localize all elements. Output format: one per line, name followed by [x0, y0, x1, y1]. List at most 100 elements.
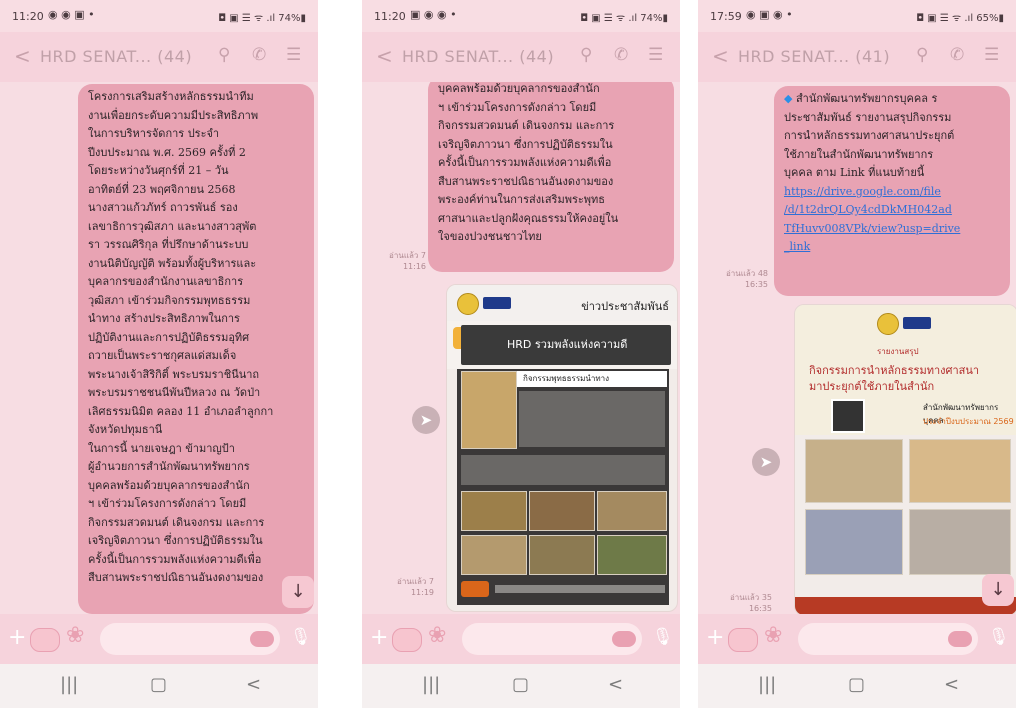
- sticker-shortcut-icon[interactable]: [612, 631, 636, 647]
- message-line: กิจกรรมสวดมนต์ เดินจงกรม และการ: [438, 119, 615, 132]
- message-meta: อ่านแล้ว 48 16:35: [718, 268, 768, 290]
- drive-link[interactable]: /d/1t2drQLQy4cdDkMH042ad: [784, 201, 1000, 220]
- emoji-bunny-icon[interactable]: ❀: [66, 623, 84, 648]
- share-icon[interactable]: ➤: [752, 448, 780, 476]
- sticker-icon[interactable]: [728, 628, 758, 652]
- recent-apps-button[interactable]: |||: [60, 674, 78, 695]
- sticker-icon[interactable]: [392, 628, 422, 652]
- chat-title[interactable]: HRD SENAT... (44): [40, 47, 192, 66]
- microphone-icon[interactable]: 🎙: [652, 627, 674, 647]
- back-button[interactable]: <: [608, 674, 623, 695]
- chat-title[interactable]: HRD SENAT... (41): [738, 47, 890, 66]
- status-time: 17:59: [710, 10, 742, 23]
- back-button[interactable]: <: [246, 674, 261, 695]
- message-line: งานเพื่อยกระดับความมีประสิทธิภาพ: [88, 108, 259, 122]
- phone-icon[interactable]: ✆: [614, 45, 628, 65]
- message-meta: อ่านแล้ว 35 16:35: [722, 592, 772, 614]
- footer-text: [495, 585, 665, 593]
- arrow-down-icon[interactable]: ↓: [982, 574, 1014, 606]
- chevron-left-icon[interactable]: <: [376, 44, 393, 68]
- recent-apps-button[interactable]: |||: [422, 674, 440, 695]
- qr-code: [831, 399, 865, 433]
- search-icon[interactable]: ⚲: [580, 45, 592, 65]
- message-line: ใจของปวงชนชาวไทย: [438, 230, 542, 243]
- message-line: ถวายเป็นพระราชกุศลแด่สมเด็จ: [88, 349, 237, 362]
- message-line: ฯ เข้าร่วมโครงการดังกล่าว โดยมี: [438, 100, 597, 114]
- drive-link[interactable]: https://drive.google.com/file: [784, 183, 1000, 202]
- status-system-icons: ◘ ▣ ☰ ᯤ .ıl 65%▮: [916, 13, 1004, 24]
- next-logo: [483, 297, 511, 309]
- chat-area[interactable]: ◆ สำนักพัฒนาทรัพยากรบุคคล ร ประชาสัมพันธ…: [698, 82, 1016, 614]
- phone-screen-2: 11:20 ▣ ◉ ◉ • ◘ ▣ ☰ ᯤ .ıl 74%▮ < HRD SEN…: [362, 0, 680, 708]
- plus-icon[interactable]: +: [370, 625, 388, 650]
- back-button[interactable]: <: [944, 674, 959, 695]
- message-line: ศาสนาและปลูกฝังคุณธรรมให้คงอยู่ใน: [438, 211, 619, 225]
- message-bubble[interactable]: ◆ สำนักพัฒนาทรัพยากรบุคคล ร ประชาสัมพันธ…: [774, 86, 1010, 296]
- phone-icon[interactable]: ✆: [950, 45, 964, 65]
- message-bubble[interactable]: โครงการเสริมสร้างหลักธรรมนำทีม งานเพื่อย…: [78, 84, 314, 614]
- activity-photo: [597, 491, 667, 531]
- search-icon[interactable]: ⚲: [218, 45, 230, 65]
- message-line: ในการบริหารจัดการ ประจำ: [88, 127, 220, 140]
- system-nav-bar: ||| ▢ <: [698, 664, 1016, 708]
- message-line: ประชาสัมพันธ์ รายงานสรุปกิจกรรม: [784, 110, 952, 124]
- message-line: เจริญจิตภาวนา ซึ่งการปฏิบัติธรรมใน: [438, 137, 613, 151]
- sticker-shortcut-icon[interactable]: [250, 631, 274, 647]
- drive-link[interactable]: TfHuvv008VPk/view?usp=drive: [784, 220, 1000, 239]
- plus-icon[interactable]: +: [8, 625, 26, 650]
- message-line: รา วรรณศิริกุล ที่ปรึกษาด้านระบบ: [88, 238, 249, 251]
- article-text-block: [461, 455, 665, 485]
- message-line: ปฏิบัติงานและการปฏิบัติธรรมอุทิศ: [88, 330, 250, 344]
- home-button[interactable]: ▢: [512, 674, 529, 695]
- newsletter-headline: HRD รวมพลังแห่งความดี: [507, 338, 628, 351]
- chevron-left-icon[interactable]: <: [14, 44, 31, 68]
- newsletter-label: ข่าวประชาสัมพันธ์: [581, 300, 669, 313]
- report-title-line2: มาประยุกต์ใช้ภายในสำนัก: [809, 380, 935, 393]
- chevron-left-icon[interactable]: <: [712, 44, 729, 68]
- next-logo: [903, 317, 931, 329]
- sticker-icon[interactable]: [30, 628, 60, 652]
- chat-area[interactable]: บุคคลพร้อมด้วยบุคลากรของสำนัก ฯ เข้าร่วม…: [362, 82, 680, 614]
- activity-photo: [529, 535, 595, 575]
- search-icon[interactable]: ⚲: [916, 45, 928, 65]
- image-message-report[interactable]: รายงานสรุป กิจกรรมการนำหลักธรรมทางศาสนา …: [794, 304, 1016, 614]
- menu-icon[interactable]: ☰: [648, 45, 663, 65]
- menu-icon[interactable]: ☰: [286, 45, 301, 65]
- emoji-bunny-icon[interactable]: ❀: [428, 623, 446, 648]
- image-message-newsletter[interactable]: ข่าวประชาสัมพันธ์ HRD รวมพลังแห่งความดี …: [446, 284, 678, 612]
- emoji-bunny-icon[interactable]: ❀: [764, 623, 782, 648]
- chat-area[interactable]: โครงการเสริมสร้างหลักธรรมนำทีม งานเพื่อย…: [0, 82, 318, 614]
- message-line: นำทาง สร้างประสิทธิภาพในการ: [88, 312, 240, 325]
- message-composer: + ❀ 🎙: [362, 614, 680, 664]
- message-line: บุคคลพร้อมด้วยบุคลากรของสำนัก: [438, 82, 600, 95]
- chat-title[interactable]: HRD SENAT... (44): [402, 47, 554, 66]
- message-bubble[interactable]: บุคคลพร้อมด้วยบุคลากรของสำนัก ฯ เข้าร่วม…: [428, 82, 674, 272]
- home-button[interactable]: ▢: [150, 674, 167, 695]
- menu-icon[interactable]: ☰: [984, 45, 999, 65]
- sticker-shortcut-icon[interactable]: [948, 631, 972, 647]
- status-system-icons: ◘ ▣ ☰ ᯤ .ıl 74%▮: [218, 13, 306, 24]
- home-button[interactable]: ▢: [848, 674, 865, 695]
- message-line: เลขาธิการวุฒิสภา และนางสาวสุพัต: [88, 219, 257, 233]
- message-time: 11:16: [402, 262, 426, 271]
- activity-photo: [461, 491, 527, 531]
- plus-icon[interactable]: +: [706, 625, 724, 650]
- message-line: เลิศธรรมนิมิต คลอง 11 อำเภอลำลูกกา: [88, 404, 274, 418]
- microphone-icon[interactable]: 🎙: [988, 627, 1010, 647]
- message-line: ผู้อำนวยการสำนักพัฒนาทรัพยากร: [88, 460, 250, 473]
- status-time: 11:20: [12, 10, 44, 23]
- arrow-down-icon[interactable]: ↓: [282, 576, 314, 608]
- message-line: ◆ สำนักพัฒนาทรัพยากรบุคคล ร: [784, 90, 1000, 109]
- microphone-icon[interactable]: 🎙: [290, 627, 312, 647]
- drive-link[interactable]: _link: [784, 238, 1000, 257]
- share-icon[interactable]: ➤: [412, 406, 440, 434]
- recent-apps-button[interactable]: |||: [758, 674, 776, 695]
- chat-header: < HRD SENAT... (44) ⚲ ✆ ☰: [362, 32, 680, 82]
- phone-icon[interactable]: ✆: [252, 45, 266, 65]
- chat-header: < HRD SENAT... (44) ⚲ ✆ ☰: [0, 32, 318, 82]
- message-line: เจริญจิตภาวนา ซึ่งการปฏิบัติธรรมใน: [88, 534, 263, 547]
- article-text-block: [519, 391, 665, 447]
- message-meta: อ่านแล้ว 7 11:16: [382, 250, 426, 272]
- message-line: ครั้งนี้เป็นการรวมพลังแห่งความดีเพื่อ: [88, 552, 262, 566]
- activity-photo: [461, 535, 527, 575]
